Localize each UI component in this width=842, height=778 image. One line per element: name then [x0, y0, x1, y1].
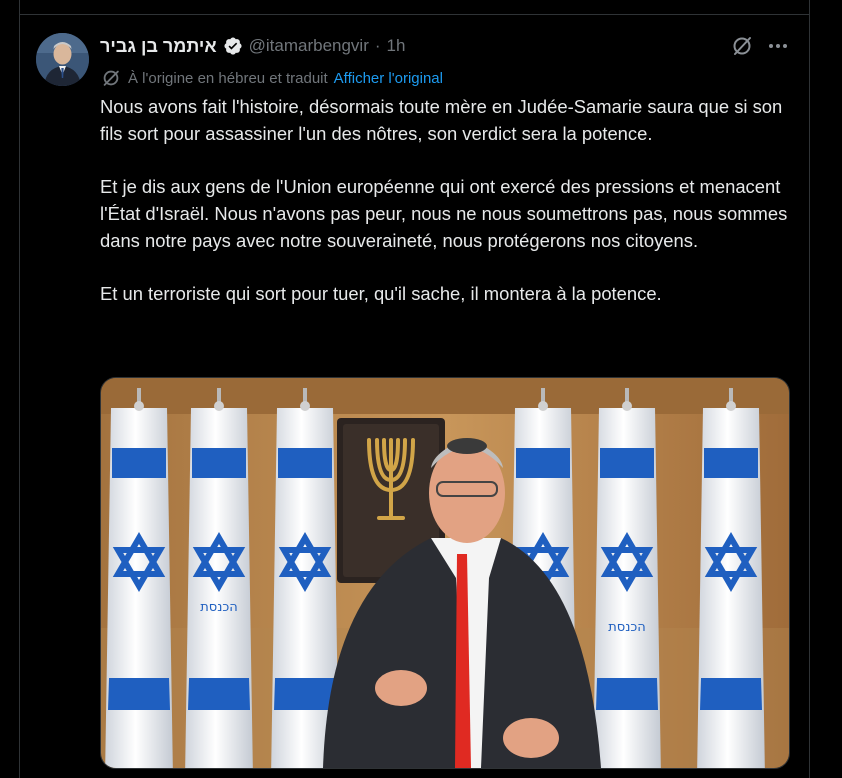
meta-separator: · — [374, 36, 381, 55]
tweet-paragraph: Et un terroriste qui sort pour tuer, qu'… — [100, 282, 662, 304]
tweet-text: Nous avons fait l'histoire, désormais to… — [100, 94, 790, 308]
tweet-paragraph: Nous avons fait l'histoire, désormais to… — [100, 96, 783, 144]
grok-icon[interactable] — [730, 34, 754, 58]
tweet-header: איתמר בן גביר @itamarbengvir · 1h — [100, 33, 405, 59]
translate-icon — [100, 67, 122, 89]
emblem-caption: הכנסת — [200, 600, 238, 615]
verified-badge-icon[interactable] — [223, 36, 243, 56]
right-gutter — [810, 0, 842, 778]
tweet-paragraph: Et je dis aux gens de l'Union européenne… — [100, 176, 788, 251]
emblem-caption: הכנסת — [608, 620, 646, 635]
avatar[interactable] — [36, 33, 89, 86]
translation-label: À l'origine en hébreu et traduit — [128, 69, 328, 87]
timeline-divider — [19, 14, 810, 15]
timeline-left-border — [19, 0, 20, 778]
translation-notice: À l'origine en hébreu et traduit Affiche… — [100, 67, 443, 89]
show-original-link[interactable]: Afficher l'original — [334, 70, 443, 87]
more-icon[interactable] — [766, 34, 790, 58]
author-display-name[interactable]: איתמר בן גביר — [100, 36, 217, 57]
author-handle[interactable]: @itamarbengvir — [249, 36, 369, 56]
tweet-timestamp[interactable]: 1h — [387, 36, 406, 56]
tweet-video[interactable]: הכנסת הכנסת — [100, 377, 790, 769]
